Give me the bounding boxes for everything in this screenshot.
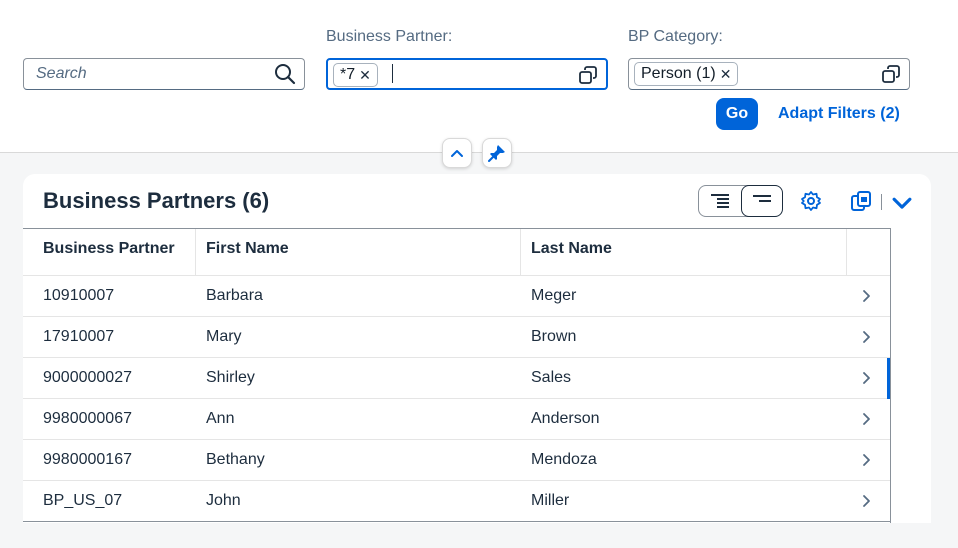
pin-header-button[interactable] <box>482 138 512 168</box>
table-cell-bp: BP_US_07 <box>43 492 123 509</box>
business-partner-label: Business Partner: <box>326 28 453 45</box>
table-row[interactable]: 9000000027 Shirley Sales <box>23 358 891 399</box>
hide-details-icon <box>753 195 771 202</box>
search-placeholder: Search <box>36 65 87 82</box>
row-highlight-indicator <box>887 358 890 399</box>
table-cell-first: Ann <box>206 410 235 427</box>
table-panel: Business Partners (6) Business Partner F… <box>23 174 931 523</box>
column-header-business-partner[interactable]: Business Partner <box>23 229 195 276</box>
business-partner-input[interactable]: *7 ✕ <box>326 58 608 90</box>
vertical-scrollbar[interactable] <box>890 229 891 523</box>
table-cell-last: Sales <box>531 369 572 386</box>
table-row[interactable]: 10910007 Barbara Meger <box>23 276 891 317</box>
navigation-arrow-icon[interactable] <box>861 289 871 303</box>
table-cell-last: Anderson <box>531 410 600 427</box>
value-help-icon[interactable] <box>578 65 598 85</box>
show-details-icon <box>711 194 729 208</box>
business-partner-token[interactable]: *7 ✕ <box>333 63 378 87</box>
search-field[interactable]: Search <box>23 58 305 90</box>
table-cell-first: Mary <box>206 328 242 345</box>
table-row[interactable]: 17910007 Mary Brown <box>23 317 891 358</box>
text-caret <box>392 64 393 83</box>
table-header: Business Partner First Name Last Name <box>23 229 891 276</box>
table-body: 10910007 Barbara Meger 17910007 Mary Brown 900… <box>23 276 891 522</box>
go-button[interactable]: Go <box>716 98 758 130</box>
table-row[interactable]: 9980000167 Bethany Mendoza <box>23 440 891 481</box>
adapt-filters-button[interactable]: Adapt Filters (2) <box>770 98 908 130</box>
column-header-first-name[interactable]: First Name <box>195 229 520 276</box>
token-remove-icon[interactable]: ✕ <box>359 67 371 84</box>
collapse-icon <box>451 150 463 157</box>
pin-icon <box>488 145 505 162</box>
table-cell-last: Brown <box>531 328 577 345</box>
table-cell-bp: 9980000167 <box>43 451 132 468</box>
table-cell-first: Shirley <box>206 369 255 386</box>
token-remove-icon[interactable]: ✕ <box>720 66 732 83</box>
navigation-arrow-icon[interactable] <box>861 330 871 344</box>
navigation-arrow-icon[interactable] <box>861 453 871 467</box>
export-icon[interactable] <box>850 190 872 212</box>
token-text: *7 <box>340 66 356 83</box>
table-row[interactable]: 9980000067 Ann Anderson <box>23 399 891 440</box>
filter-bar: Search Business Partner: *7 ✕ BP Categor… <box>0 0 958 153</box>
navigation-arrow-icon[interactable] <box>861 412 871 426</box>
column-header-navigation <box>846 229 891 276</box>
settings-icon[interactable] <box>800 190 822 212</box>
navigation-arrow-icon[interactable] <box>861 494 871 508</box>
table-cell-first: Bethany <box>206 451 265 468</box>
business-partners-table: Business Partner First Name Last Name 10… <box>23 228 891 522</box>
show-details-button[interactable] <box>699 185 741 217</box>
toolbar-separator <box>881 194 882 210</box>
details-toggle <box>698 185 783 217</box>
table-cell-last: Meger <box>531 287 577 304</box>
table-cell-last: Miller <box>531 492 570 509</box>
table-row[interactable]: BP_US_07 John Miller <box>23 481 891 522</box>
table-cell-first: John <box>206 492 241 509</box>
table-cell-last: Mendoza <box>531 451 597 468</box>
value-help-icon[interactable] <box>881 64 901 84</box>
bp-category-token[interactable]: Person (1) ✕ <box>634 62 739 86</box>
hide-details-button[interactable] <box>741 185 783 217</box>
bp-category-input[interactable]: Person (1) ✕ <box>628 58 910 90</box>
column-header-last-name[interactable]: Last Name <box>520 229 846 276</box>
table-cell-bp: 9000000027 <box>43 369 132 386</box>
table-cell-bp: 17910007 <box>43 328 115 345</box>
navigation-arrow-icon[interactable] <box>861 371 871 385</box>
bp-category-label: BP Category: <box>628 28 723 45</box>
table-cell-bp: 9980000067 <box>43 410 132 427</box>
token-text: Person (1) <box>641 65 716 82</box>
collapse-header-button[interactable] <box>442 138 472 168</box>
table-cell-bp: 10910007 <box>43 287 115 304</box>
search-icon[interactable] <box>274 63 296 85</box>
table-title: Business Partners (6) <box>43 188 270 213</box>
table-cell-first: Barbara <box>206 287 263 304</box>
chevron-down-icon[interactable] <box>891 193 913 215</box>
